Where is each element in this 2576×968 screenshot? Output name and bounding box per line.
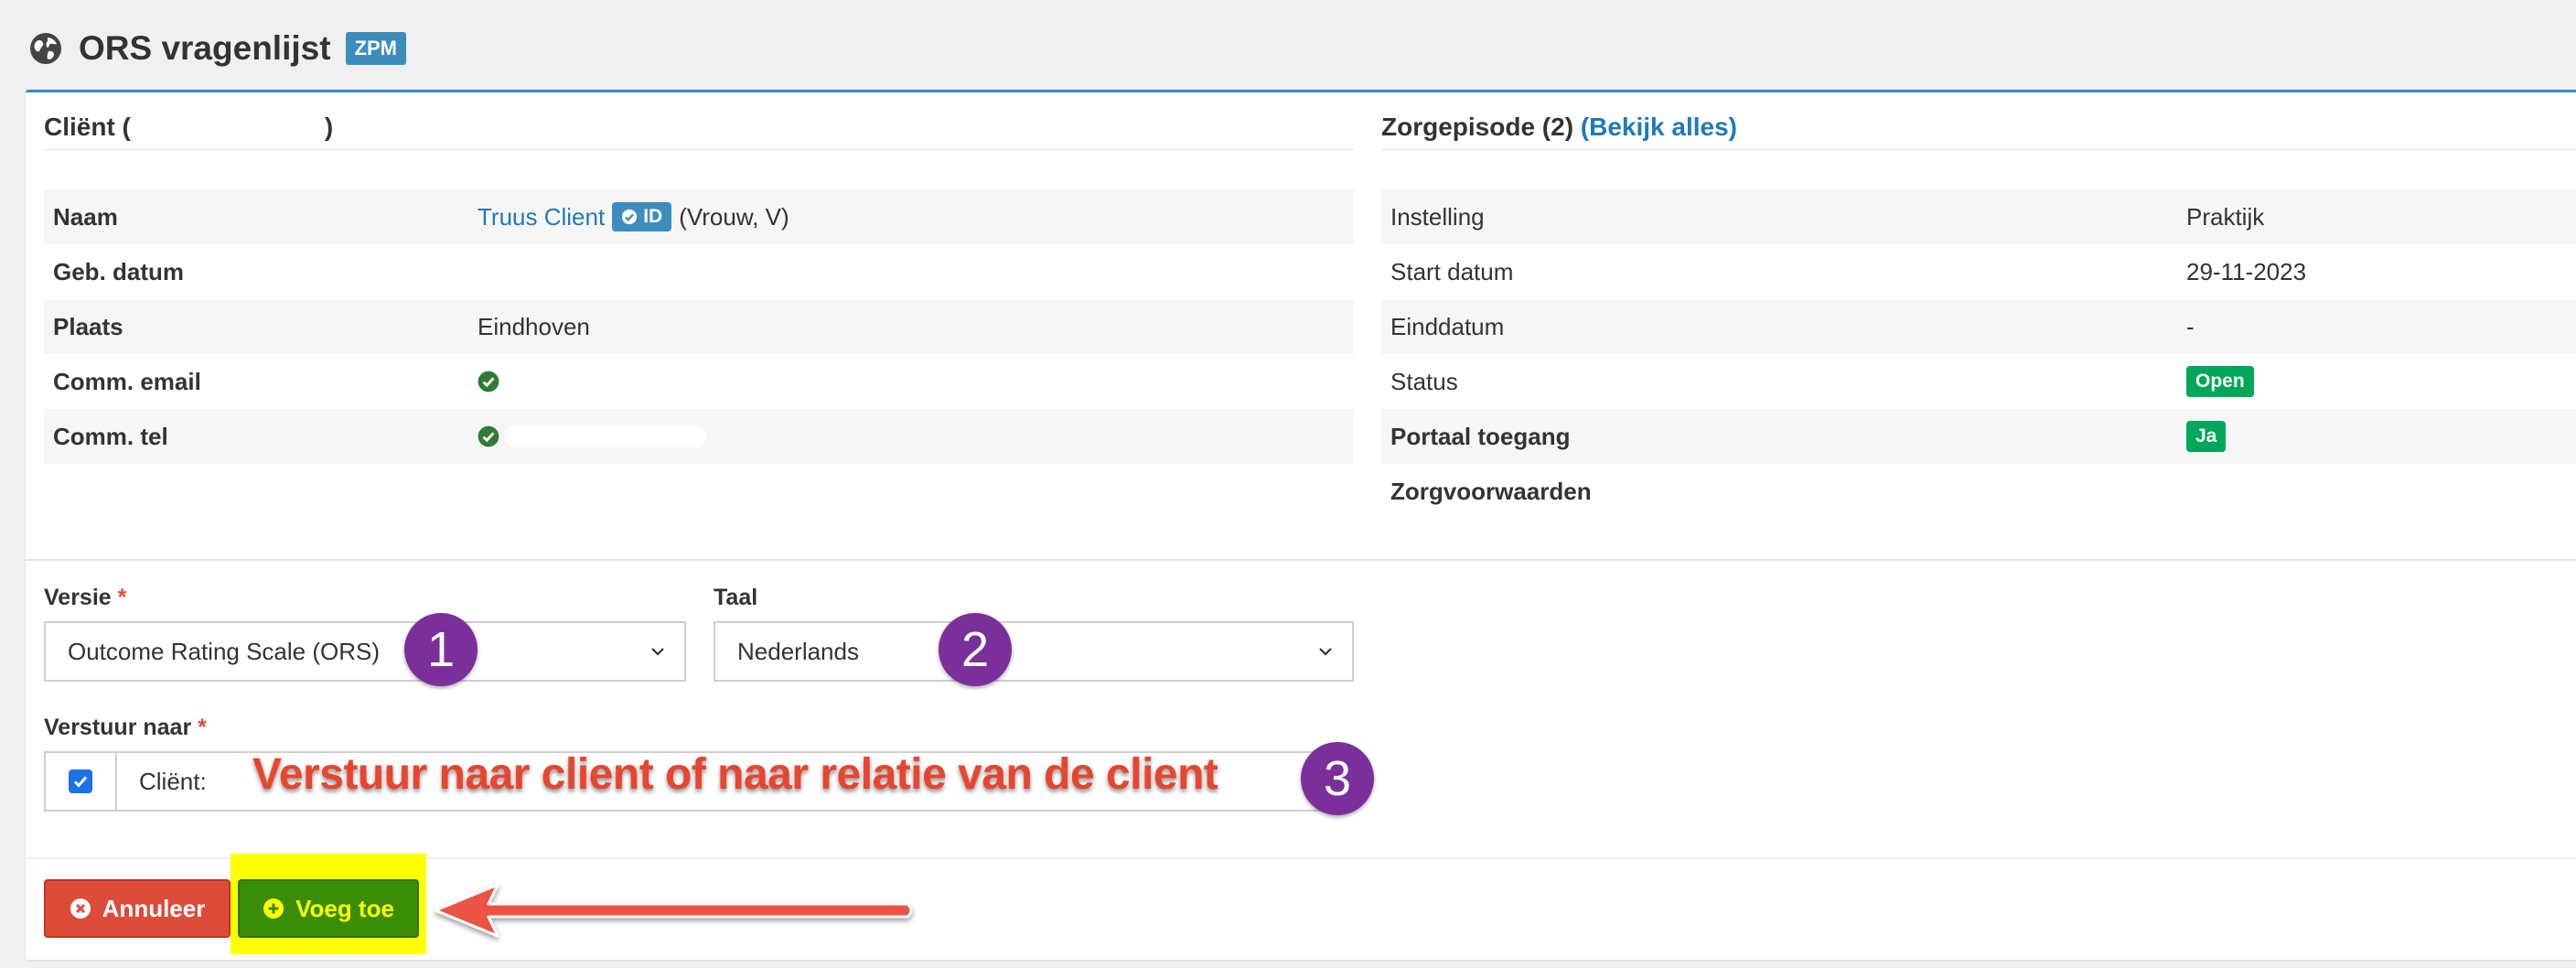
plus-circle-icon [263, 898, 284, 919]
checkmark-icon [73, 776, 88, 788]
portaal-label: Portaal toegang [1390, 422, 1571, 450]
instelling-label: Instelling [1390, 202, 1485, 231]
plaats-value: Eindhoven [478, 312, 590, 340]
versie-select[interactable]: Outcome Rating Scale (ORS) [44, 621, 686, 682]
client-row-plaats: Plaats Eindhoven [44, 299, 1354, 354]
zorg-row-status: Status Open [1381, 354, 2576, 409]
naam-label: Naam [53, 202, 118, 231]
id-badge[interactable]: ID [612, 202, 672, 231]
check-circle-icon [478, 371, 499, 393]
voorwaarden-label: Zorgvoorwaarden [1390, 477, 1592, 505]
chevron-down-icon [1319, 648, 1332, 656]
email-label: Comm. email [53, 367, 201, 395]
zorg-row-portaal: Portaal toegang Ja [1381, 409, 2576, 464]
cancel-button[interactable]: Annuleer [44, 879, 231, 938]
client-row-naam: Naam Truus Client ID (Vrouw, V) [44, 189, 1354, 244]
annotation-number-3: 3 [1301, 742, 1374, 815]
redacted-phone [505, 425, 706, 447]
client-row-email: Comm. email [44, 354, 1354, 409]
start-value: 29-11-2023 [2186, 257, 2307, 285]
portaal-badge: Ja [2186, 421, 2227, 452]
client-row-geb: Geb. datum [44, 244, 1354, 299]
arrow-annotation [434, 883, 913, 938]
check-circle-icon [478, 425, 499, 447]
start-label: Start datum [1390, 257, 1514, 285]
status-label: Status [1390, 367, 1458, 395]
eind-label: Einddatum [1390, 312, 1505, 340]
add-button[interactable]: Voeg toe [238, 879, 419, 938]
geb-label: Geb. datum [53, 257, 185, 285]
client-row-tel: Comm. tel [44, 409, 1354, 464]
client-name-link[interactable]: Truus Client [478, 203, 605, 231]
annotation-number-1: 1 [404, 613, 478, 686]
client-section-title: Cliënt () [44, 113, 334, 141]
zorg-row-eind: Einddatum - [1381, 299, 2576, 354]
verstuur-label: Verstuur naar * [44, 715, 207, 740]
zorg-section-title: Zorgepisode (2) (Bekijk alles) [1381, 113, 1737, 141]
main-panel: Cliënt () Naam Truus Client ID (Vrouw, V… [26, 90, 2576, 960]
zorg-row-voorwaarden: Zorgvoorwaarden [1381, 464, 2576, 519]
instelling-value: Praktijk [2186, 202, 2265, 231]
client-gender: (Vrouw, V) [679, 202, 789, 231]
plaats-label: Plaats [53, 312, 123, 340]
taal-select[interactable]: Nederlands [714, 621, 1354, 682]
status-badge: Open [2186, 366, 2254, 397]
page-header: ORS vragenlijst ZPM [29, 24, 406, 73]
globe-icon [30, 33, 61, 64]
zpm-badge: ZPM [345, 32, 406, 65]
annotation-number-2: 2 [939, 613, 1012, 686]
check-circle-icon [622, 209, 638, 225]
client-checkbox-addon[interactable] [44, 751, 115, 812]
chevron-down-icon [651, 648, 664, 656]
tel-label: Comm. tel [53, 422, 168, 450]
annotation-text: Verstuur naar client of naar relatie van… [252, 749, 1219, 800]
zorg-row-instelling: Instelling Praktijk [1381, 189, 2576, 244]
eind-value: - [2186, 312, 2195, 340]
page-title: ORS vragenlijst [79, 29, 331, 67]
times-circle-icon [70, 898, 91, 919]
taal-label: Taal [714, 585, 758, 610]
bekijk-alles-link[interactable]: (Bekijk alles) [1581, 113, 1737, 141]
zorg-row-start: Start datum 29-11-2023 [1381, 244, 2576, 299]
versie-label: Versie * [44, 585, 127, 610]
client-checkbox[interactable] [69, 769, 92, 793]
